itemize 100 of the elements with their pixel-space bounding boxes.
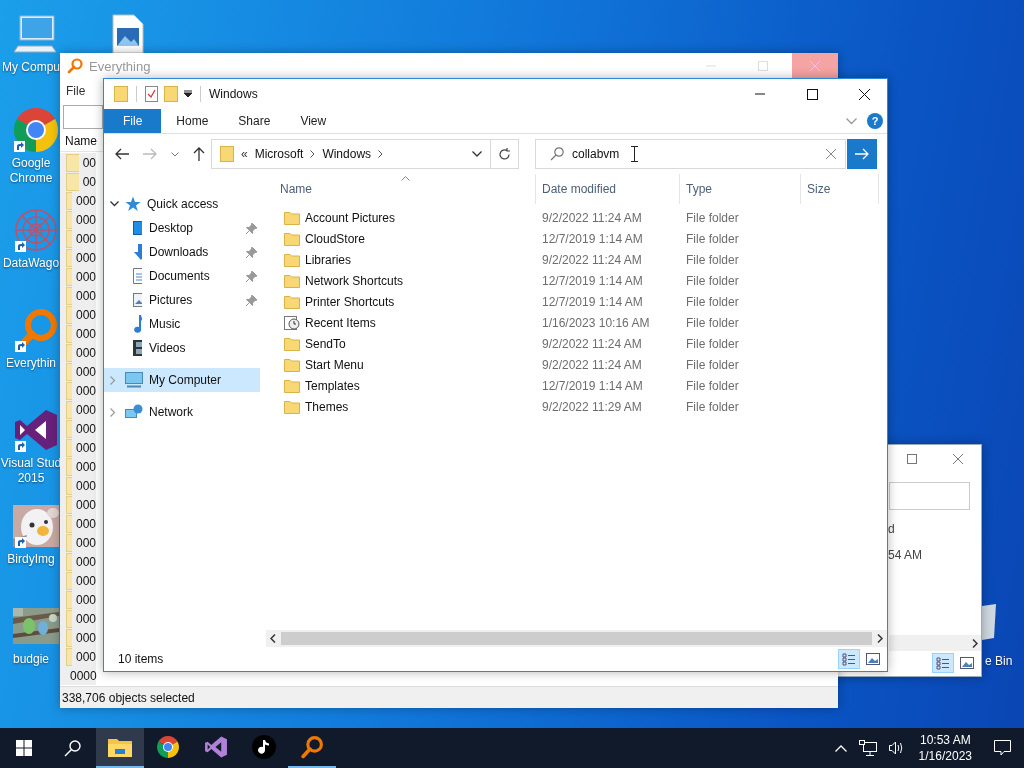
nav-item[interactable]: Documents xyxy=(104,264,260,288)
file-name[interactable]: Templates xyxy=(305,378,360,393)
column-header[interactable]: Name xyxy=(266,174,536,204)
file-name[interactable]: SendTo xyxy=(305,336,346,351)
result-row[interactable]: 000 xyxy=(60,438,96,457)
taskbar-app-button[interactable] xyxy=(96,728,144,768)
clock[interactable]: 10:53 AM 1/16/2023 xyxy=(916,732,980,764)
chevron-right-icon[interactable] xyxy=(310,150,316,158)
customize-caret-icon[interactable] xyxy=(184,90,192,98)
result-row[interactable]: 000 xyxy=(60,381,96,400)
result-row[interactable]: 000 xyxy=(60,609,96,628)
result-row[interactable]: 000 xyxy=(60,571,96,590)
chrome-icon[interactable] xyxy=(12,106,60,154)
nav-item[interactable]: My Computer xyxy=(104,368,260,392)
status-text: 10 items xyxy=(118,652,164,666)
result-row[interactable]: 000 xyxy=(60,419,96,438)
details-view-button[interactable] xyxy=(932,653,954,673)
result-row[interactable]: 000 xyxy=(60,286,96,305)
nav-item[interactable]: Downloads xyxy=(104,240,260,264)
horizontal-scrollbar[interactable] xyxy=(266,630,887,647)
ribbon-tab[interactable]: File xyxy=(104,109,162,133)
refresh-button[interactable] xyxy=(491,139,519,169)
result-row[interactable]: 000 xyxy=(60,647,96,666)
column-header[interactable]: Size xyxy=(801,174,879,204)
file-name[interactable]: Themes xyxy=(305,399,349,414)
result-row[interactable]: 000 xyxy=(60,590,96,609)
file-name[interactable]: CloudStore xyxy=(305,231,366,246)
result-row[interactable]: 000 xyxy=(60,267,96,286)
file-name: 000 xyxy=(75,649,96,664)
result-row[interactable]: 000 xyxy=(60,514,96,533)
column-header[interactable]: Date modified xyxy=(536,174,680,204)
close-icon xyxy=(810,61,820,71)
file-name[interactable]: Start Menu xyxy=(305,357,364,372)
column-header[interactable]: Type xyxy=(680,174,801,204)
result-row[interactable]: 000 xyxy=(60,495,96,514)
back-arrow-icon[interactable] xyxy=(115,148,129,160)
nav-item[interactable]: Videos xyxy=(104,336,260,360)
breadcrumb-item[interactable]: Windows xyxy=(322,147,372,161)
overflow-chevron[interactable]: « xyxy=(241,147,248,161)
file-name[interactable]: Recent Items xyxy=(305,315,376,330)
nav-item[interactable]: Quick access xyxy=(104,192,260,216)
recent-locations-caret-icon[interactable] xyxy=(171,151,179,157)
search-field[interactable]: collabvm xyxy=(535,139,846,169)
result-row[interactable]: 00 xyxy=(60,153,96,172)
magnifier-icon xyxy=(300,735,324,759)
image-file-icon[interactable] xyxy=(112,14,144,54)
result-row[interactable]: 000 xyxy=(60,191,96,210)
network-pattern-icon[interactable] xyxy=(13,207,59,253)
breadcrumb-item[interactable]: Microsoft xyxy=(254,147,304,161)
result-row[interactable]: 000 xyxy=(60,248,96,267)
computer-icon xyxy=(125,372,143,388)
nav-item[interactable]: Pictures xyxy=(104,288,260,312)
clear-icon[interactable] xyxy=(826,149,836,159)
ribbon-tab[interactable]: Share xyxy=(223,109,286,133)
scrollbar-thumb[interactable] xyxy=(281,632,872,645)
input-field[interactable] xyxy=(889,482,970,510)
visual-studio-icon[interactable] xyxy=(13,407,59,453)
file-name[interactable]: Printer Shortcuts xyxy=(305,294,395,309)
computer-icon[interactable] xyxy=(14,14,58,54)
show-hidden-icons-icon[interactable] xyxy=(834,744,847,752)
result-row[interactable]: 000 xyxy=(60,305,96,324)
expand-ribbon-icon[interactable] xyxy=(846,117,857,125)
nav-item[interactable]: Music xyxy=(104,312,260,336)
help-icon[interactable]: ? xyxy=(867,113,883,129)
nav-item[interactable]: Desktop xyxy=(104,216,260,240)
result-row[interactable]: 000 xyxy=(60,552,96,571)
result-row[interactable]: 000 xyxy=(60,362,96,381)
result-row[interactable]: 000 xyxy=(60,324,96,343)
result-row[interactable]: 000 xyxy=(60,476,96,495)
dropdown-caret-icon[interactable] xyxy=(472,151,482,157)
result-row[interactable]: 000 xyxy=(60,343,96,362)
result-row[interactable]: 000 xyxy=(60,457,96,476)
menu-item[interactable]: File xyxy=(66,84,86,98)
file-name[interactable]: Account Pictures xyxy=(305,210,396,225)
search-go-button[interactable] xyxy=(847,139,877,169)
up-arrow-icon[interactable] xyxy=(193,147,205,161)
result-row[interactable]: 0000 xyxy=(60,666,96,685)
chevron-right-icon[interactable] xyxy=(378,150,384,158)
ribbon-tab[interactable]: View xyxy=(285,109,342,133)
result-row[interactable]: 000 xyxy=(60,628,96,647)
desktop-icon-label[interactable]: e Bin xyxy=(982,654,1013,669)
column-header[interactable]: Name xyxy=(60,134,97,148)
result-row[interactable]: 000 xyxy=(60,400,96,419)
nav-item[interactable]: Network xyxy=(104,400,260,424)
file-name[interactable]: Libraries xyxy=(305,252,352,267)
result-row[interactable]: 000 xyxy=(60,210,96,229)
volume-icon[interactable] xyxy=(888,741,905,755)
horizontal-scrollbar[interactable] xyxy=(889,635,981,651)
details-view-button[interactable] xyxy=(838,649,860,669)
search-field[interactable] xyxy=(63,105,103,129)
result-row[interactable]: 00 xyxy=(60,172,96,191)
ribbon-tab[interactable]: Home xyxy=(161,109,224,133)
properties-icon[interactable] xyxy=(145,86,158,102)
file-name: 000 xyxy=(75,193,96,208)
address-bar[interactable]: « Microsoft Windows xyxy=(211,139,491,169)
file-name[interactable]: Network Shortcuts xyxy=(305,273,404,288)
result-row[interactable]: 000 xyxy=(60,229,96,248)
network-icon[interactable] xyxy=(858,740,877,756)
folder-icon xyxy=(220,146,234,162)
result-row[interactable]: 000 xyxy=(60,533,96,552)
